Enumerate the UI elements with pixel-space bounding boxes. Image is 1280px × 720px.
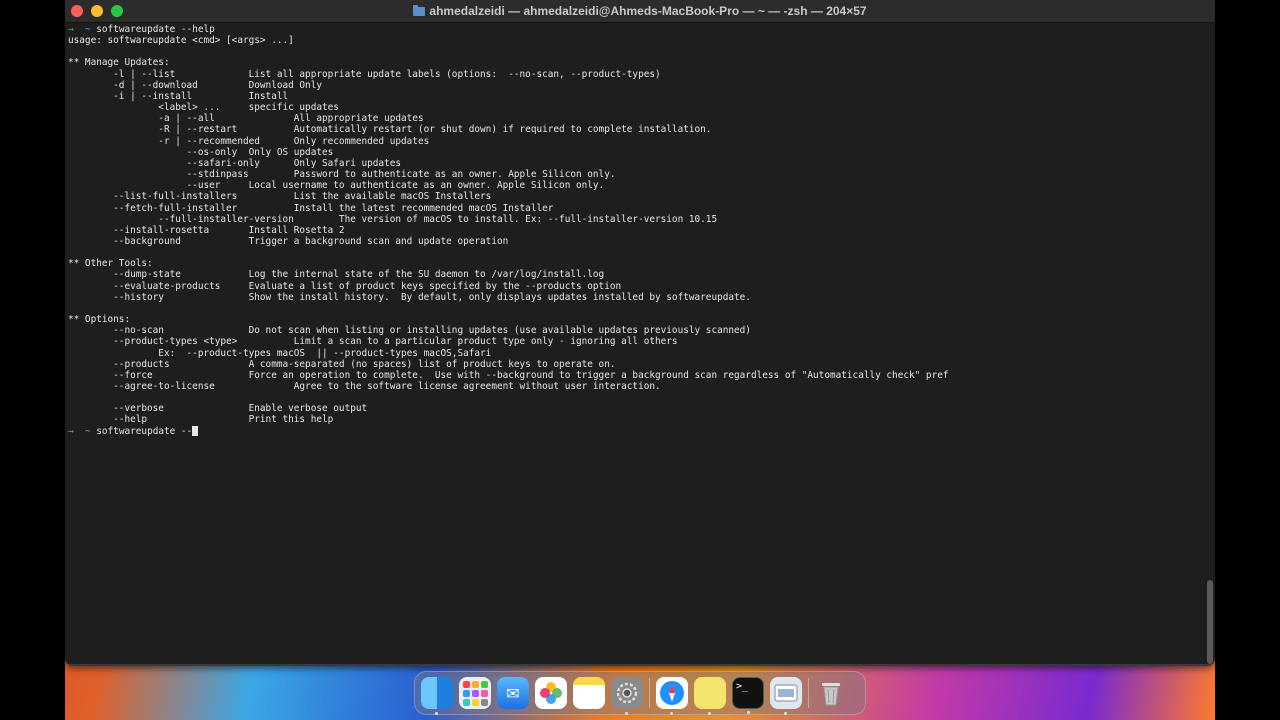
current-input[interactable]: softwareupdate -- (96, 426, 192, 437)
finder-icon[interactable] (421, 677, 453, 715)
text-cursor (192, 425, 199, 436)
window-bottom-edge (65, 664, 1215, 666)
prompt-line-1: → ~ softwareupdate --help (68, 24, 1203, 35)
terminal-window[interactable]: ahmedalzeidi — ahmedalzeidi@Ahmeds-MacBo… (65, 0, 1215, 666)
vertical-scrollbar[interactable] (1207, 580, 1213, 664)
prompt-arrow: → (68, 24, 74, 35)
running-indicator (747, 711, 750, 714)
dock: ✉ >_ (414, 671, 866, 715)
dock-separator (649, 678, 650, 708)
running-indicator (435, 712, 438, 715)
terminal-icon[interactable]: >_ (732, 677, 764, 714)
photos-flower (540, 682, 562, 704)
desktop: ahmedalzeidi — ahmedalzeidi@Ahmeds-MacBo… (65, 0, 1215, 720)
compass-icon[interactable] (656, 677, 688, 715)
window-title-text: ahmedalzeidi — ahmedalzeidi@Ahmeds-MacBo… (429, 4, 867, 18)
terminal-content[interactable]: → ~ softwareupdate --help usage: softwar… (68, 24, 1203, 666)
dock-separator (808, 678, 809, 708)
compass-shape (660, 681, 684, 705)
running-indicator (708, 712, 711, 715)
mail-icon[interactable]: ✉ (497, 677, 529, 709)
folder-icon (413, 5, 426, 16)
command-output: usage: softwareupdate <cmd> [<args> ...]… (68, 35, 949, 426)
launchpad-grid (462, 680, 488, 706)
trash-icon[interactable] (815, 677, 847, 709)
preview-shape (774, 684, 798, 702)
launchpad-icon[interactable] (459, 677, 491, 709)
running-indicator (784, 712, 787, 715)
running-indicator (670, 712, 673, 715)
running-indicator (625, 712, 628, 715)
trash-shape (822, 683, 840, 706)
stickies-icon[interactable] (694, 677, 726, 715)
prompt-line-2[interactable]: → ~ softwareupdate -- (68, 425, 1203, 437)
notes-icon[interactable] (573, 677, 605, 709)
prompt-arrow: → (68, 425, 74, 437)
command-text: softwareupdate --help (96, 24, 215, 35)
window-title: ahmedalzeidi — ahmedalzeidi@Ahmeds-MacBo… (65, 4, 1215, 18)
gear-shape (616, 682, 638, 704)
title-bar[interactable]: ahmedalzeidi — ahmedalzeidi@Ahmeds-MacBo… (65, 0, 1215, 23)
preview-icon[interactable] (770, 677, 802, 715)
gear-icon[interactable] (611, 677, 643, 715)
photos-icon[interactable] (535, 677, 567, 709)
prompt-dir: ~ (84, 425, 91, 437)
prompt-dir: ~ (84, 24, 91, 35)
